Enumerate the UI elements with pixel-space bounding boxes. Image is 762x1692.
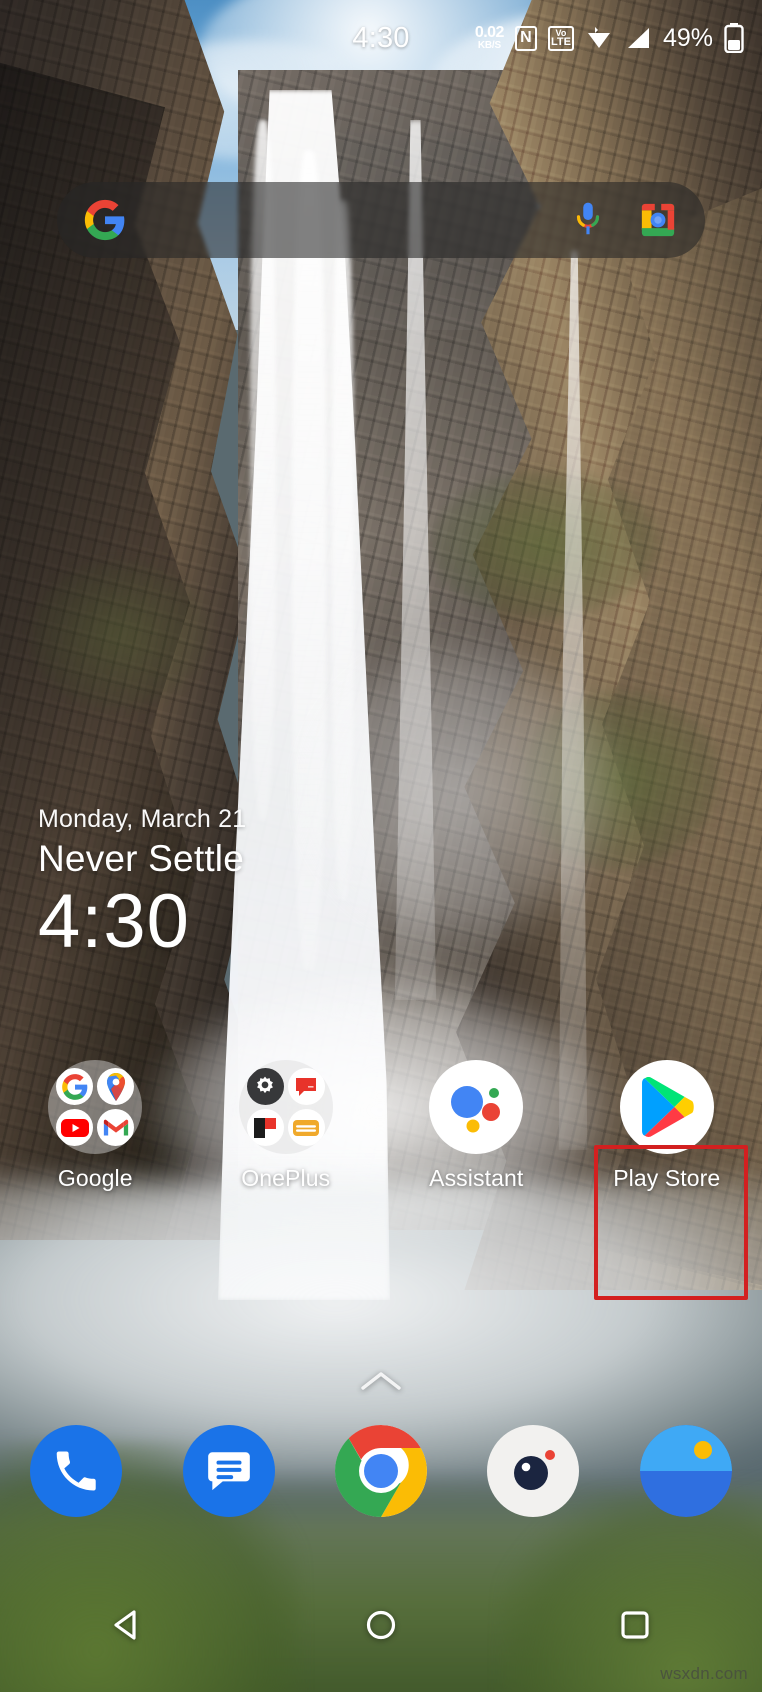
app-drawer-handle[interactable] [358,1368,404,1399]
app-label: OnePlus [241,1165,331,1191]
app-label: Assistant [429,1165,524,1191]
widget-date: Monday, March 21 [38,805,247,833]
back-button[interactable] [96,1594,158,1656]
microphone-icon[interactable] [569,199,607,241]
nfc-label: N [520,29,532,46]
app-assistant[interactable]: Assistant [381,1060,572,1192]
gmail-icon [97,1109,135,1146]
youtube-icon [56,1109,94,1146]
camera-icon[interactable] [487,1425,580,1517]
google-maps-icon [97,1068,135,1105]
google-folder-icon[interactable] [48,1060,143,1154]
network-speed-value: 0.02 [474,24,505,41]
settings-gear-icon [246,1068,284,1105]
app-folder-oneplus[interactable]: OnePlus [191,1060,382,1192]
cellular-signal-icon [627,28,649,48]
battery-icon [724,23,744,53]
status-bar[interactable]: 4:30 0.02 KB/S N Vo LTE 49% [0,0,762,76]
app-label: Play Store [613,1165,721,1191]
app-play-store[interactable]: Play Store [572,1060,762,1192]
wifi-icon [587,27,610,48]
google-search-bar[interactable] [57,182,705,258]
oneplus-community-icon [287,1068,325,1105]
home-circle-icon [366,1610,396,1640]
recents-square-icon [621,1611,649,1639]
chrome-icon[interactable] [334,1425,427,1517]
messages-icon[interactable] [182,1425,275,1517]
recents-button[interactable] [604,1594,666,1656]
google-search-icon [56,1068,94,1105]
oneplus-store-icon [287,1109,325,1146]
google-assistant-icon[interactable] [429,1060,524,1154]
volte-icon: Vo LTE [547,25,574,51]
nfc-icon: N [514,25,537,51]
back-triangle-icon [114,1610,136,1640]
gallery-icon[interactable] [639,1425,732,1517]
app-folder-google[interactable]: Google [0,1060,191,1192]
phone-icon[interactable] [30,1425,123,1517]
oneplus-switch-icon [246,1109,284,1146]
network-speed-indicator: 0.02 KB/S [474,24,505,51]
watermark: wsxdn.com [660,1664,748,1683]
clock-widget[interactable]: Monday, March 21 Never Settle 4:30 [38,805,246,962]
oneplus-folder-icon[interactable] [238,1060,333,1154]
dock [0,1425,762,1517]
navigation-bar [0,1594,762,1656]
widget-time: 4:30 [38,879,190,964]
battery-percent-label: 49% [662,23,713,52]
home-button[interactable] [350,1594,412,1656]
google-lens-camera-icon[interactable] [637,199,679,241]
widget-slogan: Never Settle [38,838,244,879]
chevron-up-icon [361,1372,401,1390]
network-speed-unit: KB/S [477,40,501,51]
google-g-icon [84,199,125,241]
app-label: Google [57,1165,133,1191]
volte-bottom-label: LTE [550,35,571,48]
google-play-store-icon[interactable] [619,1060,714,1154]
home-screen-app-row: Google OnePlus Assistant Play Store [0,1060,762,1192]
